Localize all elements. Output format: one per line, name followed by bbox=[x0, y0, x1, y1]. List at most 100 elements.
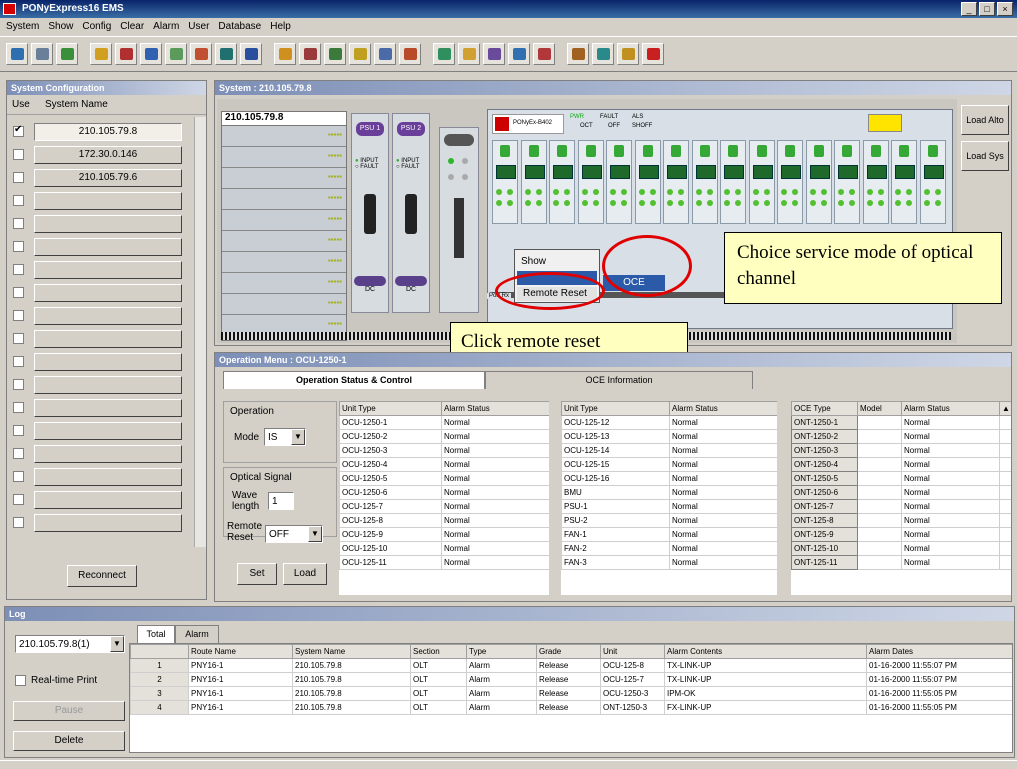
table-row[interactable]: 1 PNY16-1 210.105.79.8 OLT Alarm Release OCU-1… bbox=[130, 658, 1012, 673]
table-row[interactable]: ONT-125-11 Normal bbox=[791, 555, 1011, 570]
wavelength-input[interactable]: 1 bbox=[268, 492, 294, 510]
system-use-checkbox[interactable] bbox=[13, 195, 24, 206]
set-button[interactable]: Set bbox=[237, 563, 277, 585]
system-name-button[interactable] bbox=[34, 468, 182, 486]
system-use-checkbox[interactable] bbox=[13, 356, 24, 367]
system-use-checkbox[interactable] bbox=[13, 264, 24, 275]
column-header[interactable]: OCE Type bbox=[791, 401, 858, 416]
menu-system[interactable]: System bbox=[6, 21, 39, 35]
table-row[interactable]: ONT-125-8 Normal bbox=[791, 513, 1011, 528]
ocu-card[interactable] bbox=[549, 140, 575, 224]
system-name-button[interactable] bbox=[34, 261, 182, 279]
table-row[interactable]: 3 PNY16-1 210.105.79.8 OLT Alarm Release OCU-1… bbox=[130, 686, 1012, 701]
toolbar-tool-21-icon[interactable] bbox=[533, 43, 555, 65]
table-row[interactable]: ONT-125-9 Normal bbox=[791, 527, 1011, 542]
system-name-button[interactable] bbox=[34, 514, 182, 532]
table-row[interactable]: PSU-2 Normal bbox=[561, 513, 777, 528]
toolbar-tool-17-icon[interactable] bbox=[433, 43, 455, 65]
tab-operation-status[interactable]: Operation Status & Control bbox=[223, 371, 485, 389]
toolbar-tool-9-icon[interactable] bbox=[215, 43, 237, 65]
toolbar-tool-8-icon[interactable] bbox=[190, 43, 212, 65]
table-row[interactable]: ONT-1250-5 Normal bbox=[791, 471, 1011, 486]
table-row[interactable]: OCU-125-11 Normal bbox=[339, 555, 549, 570]
delete-button[interactable]: Delete bbox=[13, 731, 125, 751]
chevron-down-icon[interactable]: ▼ bbox=[110, 636, 124, 652]
column-header[interactable]: Unit bbox=[600, 644, 665, 659]
load-sys-button[interactable]: Load Sys bbox=[961, 141, 1009, 171]
system-name-button[interactable] bbox=[34, 491, 182, 509]
table-row[interactable]: FAN-1 Normal bbox=[561, 527, 777, 542]
table-row[interactable]: FAN-3 Normal bbox=[561, 555, 777, 570]
chevron-down-icon[interactable]: ▼ bbox=[291, 429, 305, 445]
toolbar-tool-6-icon[interactable] bbox=[140, 43, 162, 65]
table-row[interactable]: OCU-125-13 Normal bbox=[561, 429, 777, 444]
ocu-card[interactable] bbox=[919, 140, 946, 224]
maximize-button[interactable]: □ bbox=[979, 2, 995, 16]
ocu-card[interactable] bbox=[634, 140, 661, 224]
ocu-card[interactable] bbox=[748, 140, 775, 224]
remote-reset-select[interactable]: OFF ▼ bbox=[265, 525, 323, 543]
toolbar-tool-19-icon[interactable] bbox=[483, 43, 505, 65]
slot-row[interactable]: ▪▪▪▪▪ bbox=[222, 189, 346, 210]
ocu-card[interactable] bbox=[691, 140, 718, 224]
system-name-button[interactable] bbox=[34, 192, 182, 210]
table-row[interactable]: OCU-125-9 Normal bbox=[339, 527, 549, 542]
ocu-card[interactable] bbox=[520, 140, 547, 224]
menu-user[interactable]: User bbox=[188, 21, 209, 35]
system-name-button[interactable]: 210.105.79.8 bbox=[34, 123, 182, 141]
toolbar-tool-25-icon[interactable] bbox=[642, 43, 664, 65]
system-use-checkbox[interactable] bbox=[13, 333, 24, 344]
system-name-button[interactable] bbox=[34, 422, 182, 440]
tab-total[interactable]: Total bbox=[137, 625, 175, 643]
column-header[interactable]: Model bbox=[857, 401, 902, 416]
column-header[interactable]: Unit Type bbox=[339, 401, 442, 416]
ocu-card[interactable] bbox=[492, 140, 518, 224]
minimize-button[interactable]: _ bbox=[961, 2, 977, 16]
system-use-checkbox[interactable] bbox=[13, 425, 24, 436]
toolbar-tool-10-icon[interactable] bbox=[240, 43, 262, 65]
toolbar-tool-23-icon[interactable] bbox=[592, 43, 614, 65]
system-use-checkbox[interactable] bbox=[13, 241, 24, 252]
table-row[interactable]: OCU-125-15 Normal bbox=[561, 457, 777, 472]
psu1-card[interactable]: PSU 1 ● INPUT ○ FAULT DC bbox=[351, 113, 389, 313]
table-row[interactable]: PSU-1 Normal bbox=[561, 499, 777, 514]
ocu-card[interactable] bbox=[834, 140, 860, 224]
ocu-card[interactable] bbox=[663, 140, 689, 224]
toolbar-tool-18-icon[interactable] bbox=[458, 43, 480, 65]
scroll-up-icon[interactable]: ▲ bbox=[999, 401, 1011, 416]
log-system-select[interactable]: 210.105.79.8(1) ▼ bbox=[15, 635, 125, 653]
toolbar-tool-5-icon[interactable] bbox=[115, 43, 137, 65]
table-row[interactable]: OCU-125-14 Normal bbox=[561, 443, 777, 458]
system-use-checkbox[interactable] bbox=[13, 402, 24, 413]
bmu-card[interactable] bbox=[439, 127, 479, 313]
system-name-button[interactable] bbox=[34, 376, 182, 394]
system-name-button[interactable] bbox=[34, 399, 182, 417]
toolbar-tool-24-icon[interactable] bbox=[617, 43, 639, 65]
system-name-button[interactable] bbox=[34, 215, 182, 233]
table-row[interactable]: ONT-125-7 Normal bbox=[791, 499, 1011, 514]
slot-row[interactable]: ▪▪▪▪▪ bbox=[222, 294, 346, 315]
slot-row[interactable]: ▪▪▪▪▪ bbox=[222, 210, 346, 231]
table-row[interactable]: ONT-125-10 Normal bbox=[791, 541, 1011, 556]
column-header[interactable]: Route Name bbox=[188, 644, 293, 659]
system-use-checkbox[interactable] bbox=[13, 287, 24, 298]
tab-oce-information[interactable]: OCE Information bbox=[485, 371, 753, 389]
ocu-card[interactable] bbox=[606, 140, 632, 224]
toolbar-tool-20-icon[interactable] bbox=[508, 43, 530, 65]
menu-alarm[interactable]: Alarm bbox=[153, 21, 179, 35]
ocu-card[interactable] bbox=[720, 140, 746, 224]
table-row[interactable]: OCU-1250-3 Normal bbox=[339, 443, 549, 458]
system-name-button[interactable] bbox=[34, 307, 182, 325]
table-row[interactable]: ONT-1250-2 Normal bbox=[791, 429, 1011, 444]
table-row[interactable]: ONT-1250-4 Normal bbox=[791, 457, 1011, 472]
toolbar-tool-3-icon[interactable] bbox=[56, 43, 78, 65]
table-row[interactable]: OCU-1250-2 Normal bbox=[339, 429, 549, 444]
toolbar-tool-15-icon[interactable] bbox=[374, 43, 396, 65]
toolbar-tool-7-icon[interactable] bbox=[165, 43, 187, 65]
table-row[interactable]: OCU-125-8 Normal bbox=[339, 513, 549, 528]
ocu-card[interactable] bbox=[577, 140, 604, 224]
ocu-card[interactable] bbox=[805, 140, 832, 224]
toolbar-tool-1-icon[interactable] bbox=[6, 43, 28, 65]
table-row[interactable]: OCU-1250-5 Normal bbox=[339, 471, 549, 486]
reconnect-button[interactable]: Reconnect bbox=[67, 565, 137, 587]
